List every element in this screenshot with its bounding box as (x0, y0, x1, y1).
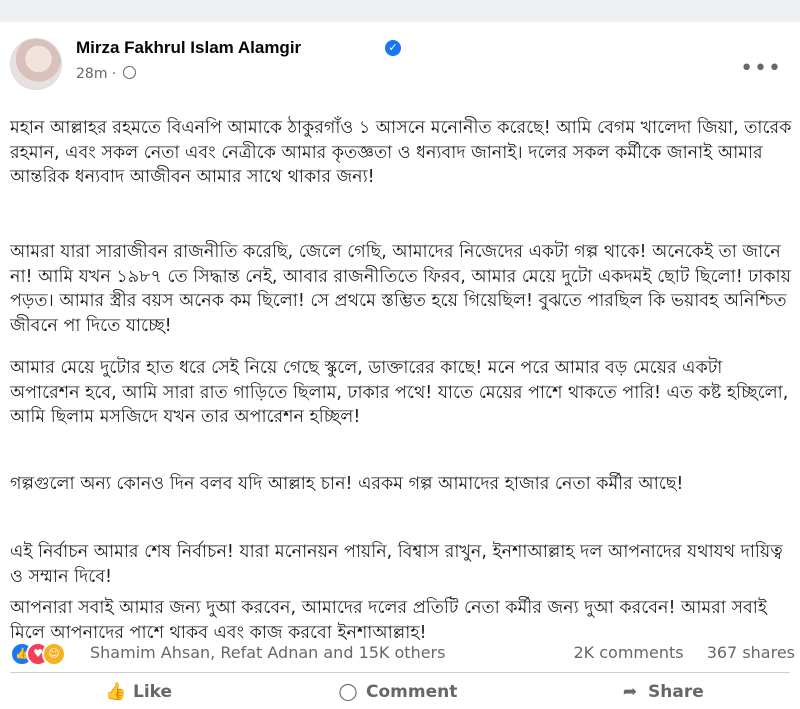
post-meta: 28m · (76, 66, 136, 82)
post-header: Mirza Fakhrul Islam Alamgir ✓ 28m · ••• (10, 36, 790, 96)
comment-bubble-icon: ◯ (338, 682, 358, 702)
reactions-bar: 👍 ♥ ☺ Shamim Ahsan, Refat Adnan and 15K … (10, 640, 795, 666)
verified-badge-icon: ✓ (385, 40, 401, 56)
comment-button[interactable]: ◯ Comment (338, 682, 457, 702)
separator-dot: · (111, 66, 121, 82)
share-button[interactable]: ➦ Share (620, 682, 704, 702)
post-paragraph: আমার মেয়ে দুটোর হাত ধরে সেই নিয়ে গেছে … (10, 358, 789, 427)
thumbs-up-icon: 👍 (105, 682, 127, 702)
post-card: Mirza Fakhrul Islam Alamgir ✓ 28m · ••• … (0, 22, 800, 709)
more-options-icon[interactable]: ••• (740, 56, 782, 81)
divider (10, 672, 790, 673)
share-label: Share (648, 682, 704, 702)
post-paragraph: আপনারা সবাই আমার জন্য দুআ করবেন, আমাদের … (10, 598, 767, 643)
shares-count[interactable]: 367 shares (707, 643, 795, 662)
post-actions: 👍 Like ◯ Comment ➦ Share (0, 678, 800, 709)
engagement-counts: 2K comments 367 shares (555, 643, 795, 662)
post-paragraph: মহান আল্লাহর রহমতে বিএনপি আমাকে ঠাকুরগাঁ… (10, 118, 792, 187)
top-background (0, 0, 800, 22)
post-time[interactable]: 28m (76, 66, 107, 82)
share-arrow-icon: ➦ (622, 682, 638, 702)
author-name[interactable]: Mirza Fakhrul Islam Alamgir (76, 38, 301, 58)
post-paragraph: গল্পগুলো অন্য কোনও দিন বলব যদি আল্লাহ চা… (10, 474, 684, 494)
comment-label: Comment (366, 682, 458, 702)
haha-reaction-icon: ☺ (42, 642, 66, 666)
post-paragraph: আমরা যারা সারাজীবন রাজনীতি করেছি, জেলে গ… (10, 242, 791, 336)
globe-icon (122, 66, 136, 79)
comments-count[interactable]: 2K comments (573, 643, 683, 662)
avatar[interactable] (10, 38, 62, 90)
like-label: Like (133, 682, 173, 702)
reaction-icons[interactable]: 👍 ♥ ☺ (10, 642, 80, 666)
reaction-names[interactable]: Shamim Ahsan, Refat Adnan and 15K others (90, 643, 445, 662)
post-paragraph: এই নির্বাচন আমার শেষ নির্বাচন! যারা মনোন… (10, 542, 783, 587)
like-button[interactable]: 👍 Like (105, 682, 172, 702)
